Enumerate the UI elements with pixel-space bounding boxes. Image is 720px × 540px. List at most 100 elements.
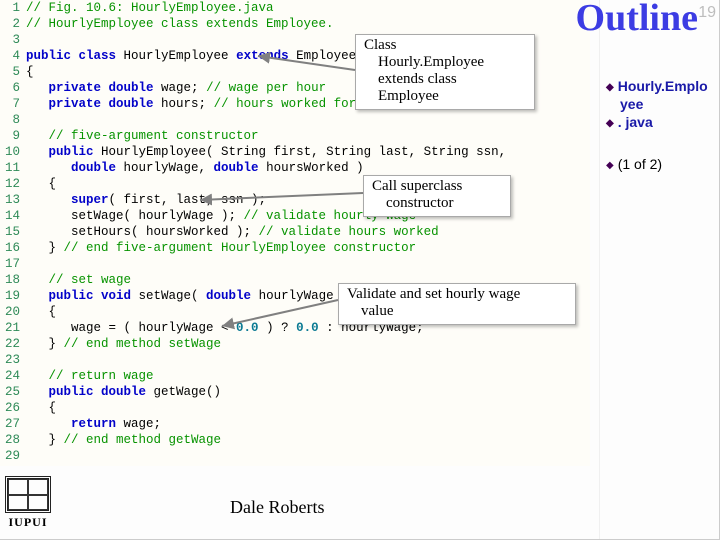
callout-line: Employee	[364, 88, 526, 105]
code-line: 26 {	[0, 400, 590, 416]
line-number: 16	[0, 240, 20, 256]
code-token: // Fig. 10.6: HourlyEmployee.java	[26, 1, 274, 15]
line-number: 18	[0, 272, 20, 288]
logo-crest-icon	[5, 476, 51, 513]
code-line: 15 setHours( hoursWorked ); // validate …	[0, 224, 590, 240]
code-token	[26, 193, 71, 207]
code-token: setWage(	[139, 289, 207, 303]
outline-item: yee	[606, 96, 716, 112]
code-token: ( first, last, ssn );	[109, 193, 267, 207]
code-token: private double	[49, 81, 162, 95]
code-token	[26, 417, 71, 431]
line-number: 29	[0, 448, 20, 464]
code-token	[26, 273, 49, 287]
bullet-icon: ◆	[606, 160, 614, 171]
code-line: 17	[0, 256, 590, 272]
code-token: // wage per hour	[206, 81, 326, 95]
line-number: 15	[0, 224, 20, 240]
code-token: return	[71, 417, 124, 431]
code-token: getWage()	[154, 385, 222, 399]
code-token: // five-argument constructor	[49, 129, 259, 143]
code-token: wage;	[161, 81, 206, 95]
code-line: 1 // Fig. 10.6: HourlyEmployee.java	[0, 0, 590, 16]
line-number: 3	[0, 32, 20, 48]
callout-validate-wage: Validate and set hourly wage value	[338, 283, 576, 325]
callout-line: constructor	[372, 195, 502, 212]
code-line: 25 public double getWage()	[0, 384, 590, 400]
bullet-icon: ◆	[606, 118, 614, 129]
outline-item-label: yee	[620, 96, 643, 112]
code-token: public double	[49, 385, 154, 399]
line-number: 19	[0, 288, 20, 304]
outline-item-label: Hourly.Emplo	[618, 78, 708, 94]
slide: 1 // Fig. 10.6: HourlyEmployee.java 2 // Ho…	[0, 0, 720, 540]
code-line: 11 double hourlyWage, double hoursWorked…	[0, 160, 590, 176]
outline-progress-label: (1 of 2)	[618, 156, 662, 172]
code-token: super	[71, 193, 109, 207]
callout-class-extends: Class Hourly.Employee extends class Empl…	[355, 34, 535, 110]
line-number: 25	[0, 384, 20, 400]
code-token: hourlyWage,	[124, 161, 214, 175]
line-number: 17	[0, 256, 20, 272]
code-token: }	[26, 241, 64, 255]
code-token: // set wage	[49, 273, 132, 287]
code-token: setWage( hourlyWage );	[26, 209, 244, 223]
code-token: }	[26, 337, 64, 351]
line-number: 9	[0, 128, 20, 144]
code-line: 29	[0, 448, 590, 464]
iupui-logo: IUPUI	[6, 476, 50, 530]
code-token: {	[26, 177, 56, 191]
code-token: Employee	[296, 49, 356, 63]
code-token	[26, 289, 49, 303]
callout-super-constructor: Call superclass constructor	[363, 175, 511, 217]
code-token	[26, 369, 49, 383]
code-token: {	[26, 65, 34, 79]
line-number: 5	[0, 64, 20, 80]
line-number: 11	[0, 160, 20, 176]
code-token: public	[49, 145, 102, 159]
code-token: public class	[26, 49, 124, 63]
line-number: 23	[0, 352, 20, 368]
code-token	[26, 97, 49, 111]
footer-author: Dale Roberts	[230, 497, 324, 518]
code-token: wage;	[124, 417, 162, 431]
code-token	[26, 385, 49, 399]
code-line: 22 } // end method setWage	[0, 336, 590, 352]
callout-line: Hourly.Employee	[364, 54, 526, 71]
code-token: hoursWorked )	[266, 161, 364, 175]
code-token: HourlyEmployee	[124, 49, 237, 63]
code-token: double	[214, 161, 267, 175]
line-number: 4	[0, 48, 20, 64]
code-token: 0.0	[296, 321, 319, 335]
code-token: HourlyEmployee( String first, String las…	[101, 145, 506, 159]
code-token	[26, 145, 49, 159]
outline-item-label: . java	[618, 114, 653, 130]
callout-line: Class	[364, 37, 526, 54]
outline-title: Outline	[576, 0, 698, 40]
code-line: 16 } // end five-argument HourlyEmployee…	[0, 240, 590, 256]
code-token: setHours( hoursWorked );	[26, 225, 259, 239]
outline-list: ◆ Hourly.Emplo yee ◆ . java ◆ (1 of 2)	[606, 78, 716, 174]
line-number: 1	[0, 0, 20, 16]
outline-progress: ◆ (1 of 2)	[606, 156, 716, 172]
line-number: 26	[0, 400, 20, 416]
slide-number: 19	[698, 4, 716, 22]
line-number: 27	[0, 416, 20, 432]
code-token: // end five-argument HourlyEmployee cons…	[64, 241, 417, 255]
code-line: 24 // return wage	[0, 368, 590, 384]
callout-line: extends class	[364, 71, 526, 88]
line-number: 8	[0, 112, 20, 128]
code-token: // HourlyEmployee class extends Employee…	[26, 17, 334, 31]
code-token: wage = ( hourlyWage <	[26, 321, 236, 335]
code-token: private double	[49, 97, 162, 111]
code-token	[26, 161, 71, 175]
line-number: 2	[0, 16, 20, 32]
line-number: 21	[0, 320, 20, 336]
code-token: extends	[236, 49, 296, 63]
line-number: 7	[0, 96, 20, 112]
code-line: 27 return wage;	[0, 416, 590, 432]
code-line: 23	[0, 352, 590, 368]
code-token: // validate hours worked	[259, 225, 439, 239]
code-token: {	[26, 305, 56, 319]
line-number: 24	[0, 368, 20, 384]
